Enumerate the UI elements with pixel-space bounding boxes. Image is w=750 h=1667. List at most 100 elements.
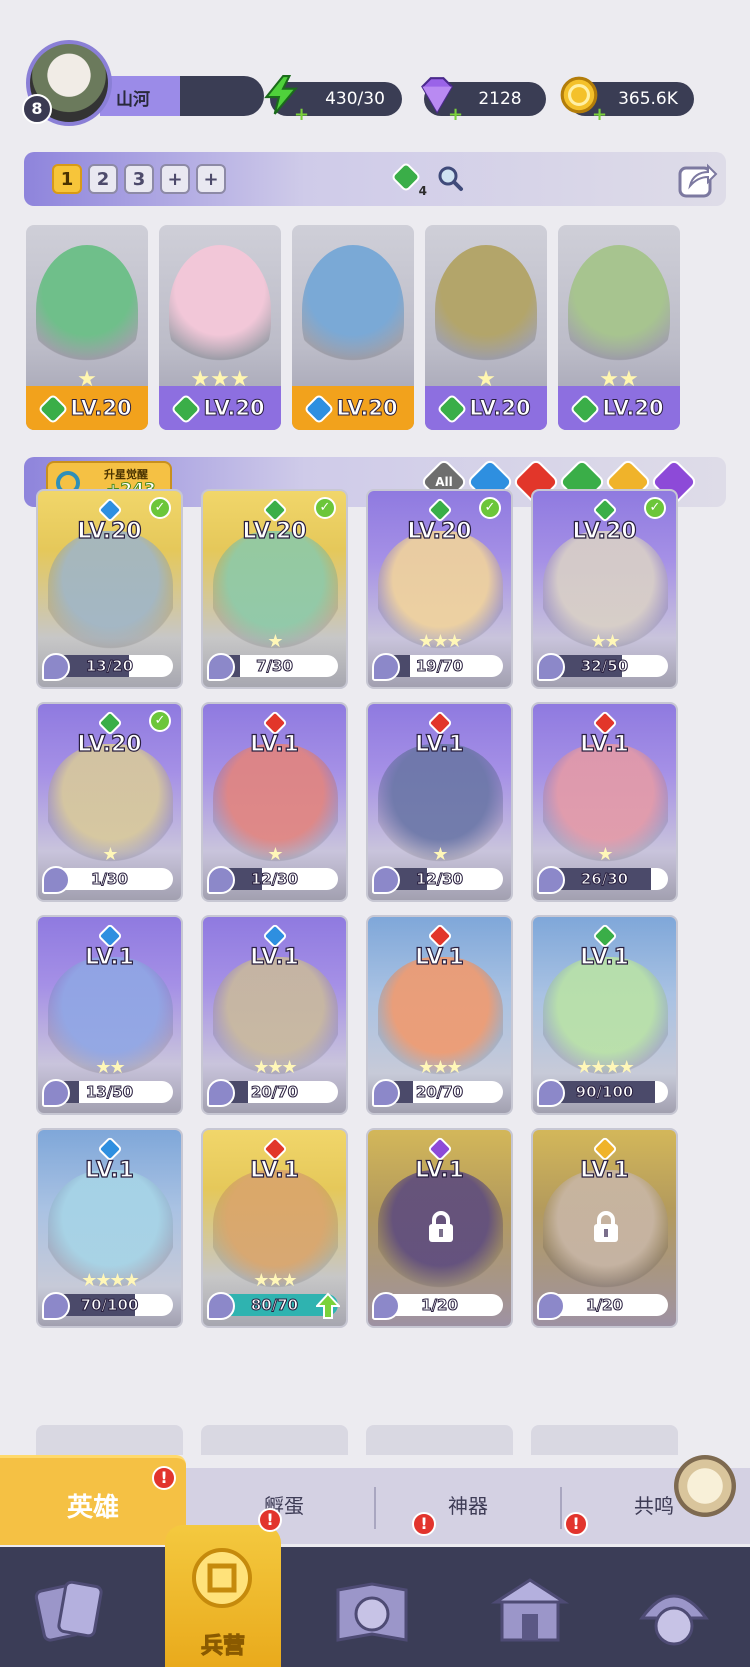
barracks-alert-badge: ! [258,1508,282,1532]
add-coin-icon[interactable]: + [592,104,607,125]
hero-card[interactable]: LV.1 ★ 12/30 [201,702,348,902]
hero-level: LV.1 [414,731,464,757]
shrine-alert-badge: ! [564,1512,588,1536]
map-book-nav-icon[interactable] [330,1570,414,1654]
hero-shard-icon [537,866,565,894]
hero-portrait [568,245,670,375]
hero-card[interactable]: LV.1 ★★★ 20/70 [201,915,348,1115]
hero-stars: ★ [597,844,613,865]
hero-level: LV.1 [249,944,299,970]
hero-card-partial [531,1425,678,1455]
hero-shard-icon [207,653,235,681]
hero-card[interactable]: LV.1 ★★ 13/50 [36,915,183,1115]
hero-level: LV.20 [336,396,398,421]
hero-level: LV.20 [77,731,142,757]
hero-level: LV.20 [77,518,142,544]
hero-shard-icon [372,866,400,894]
sub-tab-hatch[interactable]: 孵蛋 [190,1490,378,1519]
hero-card-partial [36,1425,183,1455]
hero-stars: ★★★ [418,631,462,652]
hero-stars: ★ [267,631,283,652]
add-energy-icon[interactable]: + [294,104,309,125]
coin-counter[interactable]: + 365.6K [560,76,694,125]
hero-card[interactable]: LV.1 ★★★★ 90/100 [531,915,678,1115]
hero-shard-icon [207,866,235,894]
hero-card[interactable]: LV.20 ✓ 13/20 [36,489,183,689]
hero-shard-icon [42,1079,70,1107]
team-tab-1[interactable]: 1 [52,164,82,194]
lineup-hero-card[interactable]: ★★★ LV.20 [159,225,281,430]
lineup-hero-card[interactable]: ★ LV.20 [425,225,547,430]
hero-card-partial [366,1425,513,1455]
hero-level: LV.1 [249,731,299,757]
hero-stars: ★★★ [253,1270,297,1291]
lineup-hero-card[interactable]: ★ LV.20 [26,225,148,430]
cards-nav-icon[interactable] [28,1570,112,1654]
player-level-badge: 8 [22,94,52,124]
hero-level: LV.20 [602,396,664,421]
team-tab-add-2[interactable]: + [196,164,226,194]
hero-level-strip: LV.20 [425,386,547,430]
hero-card[interactable]: LV.1 1/20 [531,1128,678,1328]
hero-portrait [302,245,404,375]
team-tab-add-1[interactable]: + [160,164,190,194]
player-name-pill[interactable]: 山河 [100,76,264,116]
search-icon[interactable] [436,164,464,192]
element-icon [436,393,468,425]
hero-stars: ★★ [590,631,620,652]
element-icon [303,393,335,425]
add-gem-icon[interactable]: + [448,104,463,125]
shrine-nav-icon[interactable] [488,1570,572,1654]
hero-card[interactable]: LV.1 ★★★ 20/70 [366,915,513,1115]
player-name: 山河 [116,90,150,110]
in-team-check-icon: ✓ [149,497,171,519]
hero-shard-icon [537,1079,565,1107]
player-avatar-button[interactable]: 8 [22,40,116,130]
team-tab-3[interactable]: 3 [124,164,154,194]
hero-shard-icon [372,1292,400,1320]
hero-card[interactable]: LV.20 ✓ ★★★ 19/70 [366,489,513,689]
hero-stars: ★★★ [418,1057,462,1078]
sub-tab-artifact[interactable]: 神器 [374,1490,562,1519]
hero-card[interactable]: LV.1 ★★★★ 70/100 [36,1128,183,1328]
guild-nav-icon[interactable] [632,1570,716,1654]
hero-card[interactable]: LV.20 ✓ ★ 1/30 [36,702,183,902]
hero-level-strip: LV.20 [159,386,281,430]
hero-level: LV.20 [203,396,265,421]
hero-level: LV.1 [414,944,464,970]
floating-compass-button[interactable] [674,1455,736,1517]
lineup-hero-card[interactable]: LV.20 [292,225,414,430]
hero-level: LV.1 [249,1157,299,1183]
team-tab-2[interactable]: 2 [88,164,118,194]
hero-card[interactable]: LV.1 1/20 [366,1128,513,1328]
hero-portrait [169,245,271,375]
hero-level: LV.1 [84,1157,134,1183]
hero-shard-icon [42,653,70,681]
hero-card[interactable]: LV.20 ✓ ★ 7/30 [201,489,348,689]
hero-card[interactable]: LV.1 ★ 12/30 [366,702,513,902]
hero-shard-icon [372,1079,400,1107]
hero-stars: ★★★ [253,1057,297,1078]
lock-icon [429,1211,453,1242]
hero-card[interactable]: LV.1 ★ 26/30 [531,702,678,902]
hero-shard-icon [207,1292,235,1320]
gem-counter[interactable]: + 2128 [421,77,546,125]
hero-card[interactable]: LV.20 ✓ ★★ 32/50 [531,489,678,689]
hero-card[interactable]: LV.1 ★★★ 80/70 [201,1128,348,1328]
hero-stars: ★ [432,844,448,865]
hero-level-strip: LV.20 [558,386,680,430]
hero-shard-icon [42,1292,70,1320]
hero-level-strip: LV.20 [26,386,148,430]
hero-level: LV.20 [70,396,132,421]
hero-shard-icon [207,1079,235,1107]
team-element-indicator[interactable]: 4 [389,160,427,198]
hero-stars: ★★★★ [576,1057,635,1078]
share-icon[interactable] [676,158,718,200]
energy-counter[interactable]: + 430/30 [264,75,402,125]
hero-shard-icon [372,653,400,681]
hero-shard-icon [537,1292,565,1320]
hero-level: LV.20 [407,518,472,544]
lineup-hero-card[interactable]: ★★ LV.20 [558,225,680,430]
hero-stars: ★ [267,844,283,865]
hero-card-partial [201,1425,348,1455]
